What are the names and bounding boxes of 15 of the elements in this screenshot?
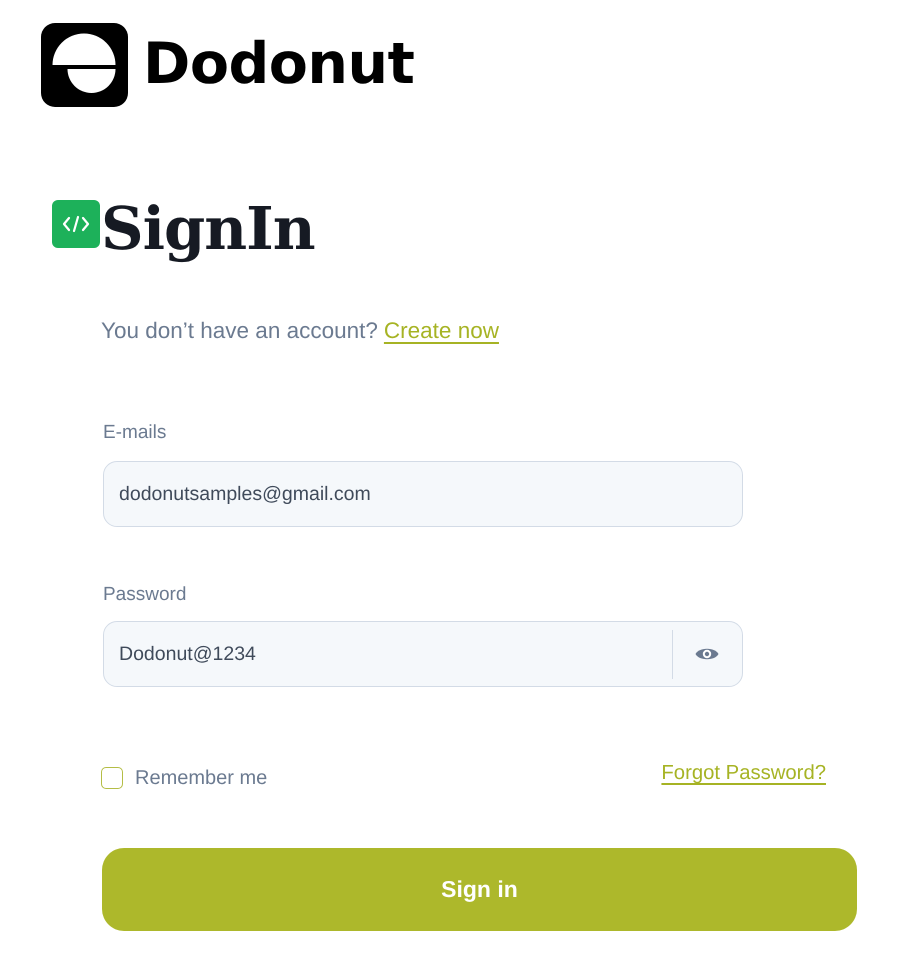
field-label: E-mails bbox=[103, 422, 166, 444]
logo-wordmark: Dodonut bbox=[143, 36, 414, 92]
signup-prompt: You don’t have an account? bbox=[101, 318, 378, 344]
forgot-password-link[interactable]: Forgot Password? bbox=[661, 762, 826, 784]
sign-in-button[interactable]: Sign in bbox=[102, 848, 857, 931]
create-account-link[interactable]: Create now bbox=[384, 318, 499, 344]
eye-icon bbox=[694, 646, 718, 662]
remember-checkbox[interactable] bbox=[101, 767, 123, 789]
logo-icon bbox=[41, 23, 128, 107]
page-title: SignIn bbox=[101, 197, 315, 261]
password-field[interactable]: Dodonut@1234 bbox=[103, 621, 743, 687]
field-label: Password bbox=[103, 584, 186, 606]
remember-label: Remember me bbox=[135, 766, 268, 790]
email-field[interactable]: dodonutsamples@gmail.com bbox=[103, 461, 743, 527]
code-icon bbox=[52, 200, 100, 248]
